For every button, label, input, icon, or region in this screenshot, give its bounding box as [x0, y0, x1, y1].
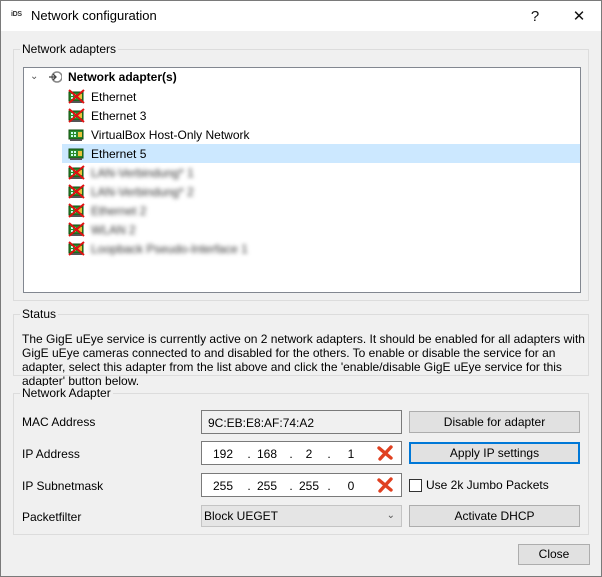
- mac-address-field: 9C:EB:E8:AF:74:A2: [201, 410, 402, 434]
- ip-subnetmask-label: IP Subnetmask: [22, 479, 104, 493]
- nic-disabled-icon: [68, 108, 85, 123]
- window-title: Network configuration: [31, 8, 157, 23]
- nic-disabled-icon: [68, 241, 85, 256]
- activate-dhcp-button[interactable]: Activate DHCP: [409, 505, 580, 527]
- tree-root[interactable]: ⌄ Network adapter(s): [24, 68, 580, 87]
- subnet-octet-2[interactable]: 255: [254, 479, 280, 493]
- packetfilter-select[interactable]: Block UEGET ⌄: [201, 505, 402, 527]
- ip-address-field[interactable]: 192 . 168 . 2 . 1: [201, 441, 402, 465]
- adapter-list-item[interactable]: Loopback Pseudo-Interface 1: [62, 239, 248, 258]
- nic-disabled-icon: [68, 89, 85, 104]
- network-adapter-group-label: Network Adapter: [20, 386, 113, 400]
- ip-subnetmask-field[interactable]: 255 . 255 . 255 . 0: [201, 473, 402, 497]
- close-button[interactable]: Close: [518, 544, 590, 565]
- window-close-button[interactable]: ✕: [557, 1, 601, 31]
- clear-subnet-icon[interactable]: [377, 477, 393, 493]
- subnet-dot: .: [247, 479, 251, 493]
- adapter-list-item[interactable]: Ethernet: [62, 87, 136, 106]
- clear-ip-icon[interactable]: [377, 445, 393, 461]
- adapter-list-item[interactable]: LAN-Verbindung* 1: [62, 163, 194, 182]
- nic-enabled-icon: [68, 129, 84, 141]
- subnet-octet-1[interactable]: 255: [210, 479, 236, 493]
- adapter-label: Ethernet 3: [91, 108, 147, 123]
- adapter-label: Ethernet 2: [91, 203, 147, 218]
- ip-dot: .: [289, 447, 293, 461]
- help-icon: ?: [530, 7, 540, 25]
- adapter-list-item[interactable]: Ethernet 3: [62, 106, 146, 125]
- jumbo-packets-label[interactable]: Use 2k Jumbo Packets: [426, 478, 549, 492]
- subnet-octet-3[interactable]: 255: [296, 479, 322, 493]
- adapter-label: VirtualBox Host-Only Network: [91, 127, 250, 142]
- network-configuration-dialog: iDS Network configuration ? ✕ Network ad…: [0, 0, 602, 577]
- adapter-label: LAN-Verbindung* 1: [91, 165, 194, 180]
- ip-dot: .: [327, 447, 331, 461]
- nic-disabled-icon: [68, 165, 85, 180]
- adapter-label: Loopback Pseudo-Interface 1: [91, 241, 248, 256]
- nic-enabled-icon: [68, 148, 84, 160]
- apply-ip-settings-button[interactable]: Apply IP settings: [409, 442, 580, 464]
- ip-octet-1[interactable]: 192: [210, 447, 236, 461]
- nic-disabled-icon: [68, 184, 85, 199]
- adapter-list-item[interactable]: LAN-Verbindung* 2: [62, 182, 194, 201]
- ip-address-label: IP Address: [22, 447, 80, 461]
- adapter-label: LAN-Verbindung* 2: [91, 184, 194, 199]
- adapter-label: Ethernet 5: [91, 146, 147, 161]
- network-root-icon: [49, 71, 62, 83]
- status-group-label: Status: [20, 307, 59, 321]
- ip-octet-3[interactable]: 2: [296, 447, 322, 461]
- network-adapters-group-label: Network adapters: [20, 42, 119, 56]
- packetfilter-value: Block UEGET: [204, 509, 279, 523]
- ip-dot: .: [247, 447, 251, 461]
- ip-octet-2[interactable]: 168: [254, 447, 280, 461]
- ids-logo-icon: iDS: [11, 11, 22, 18]
- chevron-down-icon[interactable]: ⌄: [30, 71, 38, 82]
- jumbo-packets-checkbox[interactable]: [409, 479, 422, 492]
- subnet-dot: .: [289, 479, 293, 493]
- adapter-tree[interactable]: ⌄ Network adapter(s) Ethernet Ethernet 3…: [23, 67, 581, 293]
- adapter-label: Ethernet: [91, 89, 137, 104]
- adapter-list-item[interactable]: Ethernet 2: [62, 201, 146, 220]
- nic-disabled-icon: [68, 203, 85, 218]
- adapter-label: WLAN 2: [91, 222, 136, 237]
- mac-address-value: 9C:EB:E8:AF:74:A2: [208, 416, 315, 430]
- adapter-list-item[interactable]: VirtualBox Host-Only Network: [62, 125, 250, 144]
- subnet-octet-4[interactable]: 0: [338, 479, 364, 493]
- mac-address-label: MAC Address: [22, 415, 96, 429]
- subnet-dot: .: [327, 479, 331, 493]
- close-icon: ✕: [572, 8, 586, 25]
- nic-disabled-icon: [68, 222, 85, 237]
- status-text: The GigE uEye service is currently activ…: [22, 332, 585, 388]
- adapter-list-item[interactable]: WLAN 2: [62, 220, 136, 239]
- title-bar: iDS Network configuration ? ✕: [1, 1, 601, 31]
- help-button[interactable]: ?: [513, 1, 557, 31]
- disable-for-adapter-button[interactable]: Disable for adapter: [409, 411, 580, 433]
- chevron-down-icon: ⌄: [386, 510, 395, 521]
- tree-root-label: Network adapter(s): [68, 70, 177, 84]
- packetfilter-label: Packetfilter: [22, 510, 82, 524]
- adapter-list-item[interactable]: Ethernet 5: [62, 144, 580, 163]
- ip-octet-4[interactable]: 1: [338, 447, 364, 461]
